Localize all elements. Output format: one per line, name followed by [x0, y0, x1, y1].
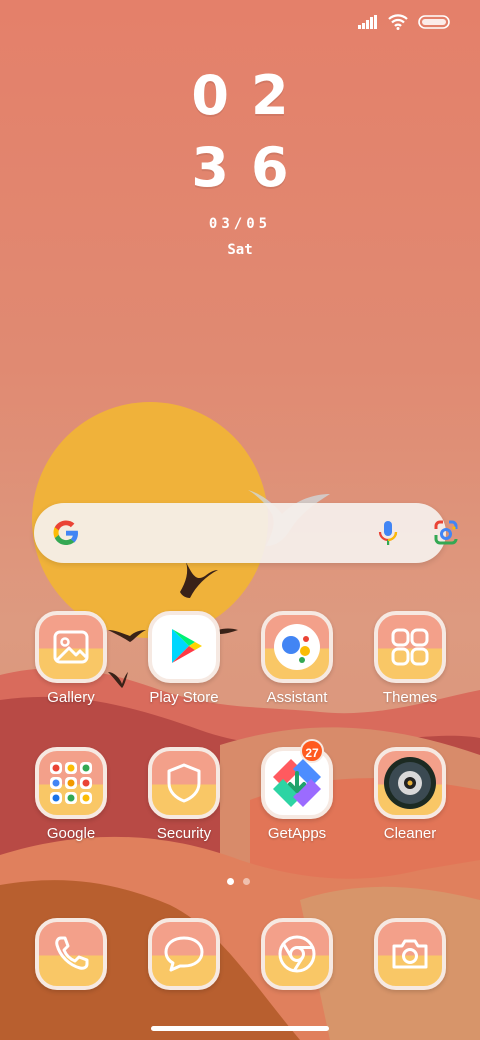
- app-label-gallery: Gallery: [47, 689, 95, 706]
- battery-icon: [418, 15, 450, 29]
- signal-icon: [358, 15, 377, 29]
- app-label-assistant: Assistant: [266, 689, 328, 706]
- wifi-icon: [388, 14, 408, 30]
- clock-hours: 02: [191, 64, 311, 127]
- clock-date: 03/05: [208, 216, 272, 232]
- play-store-icon: [148, 611, 220, 683]
- gesture-navigation-bar[interactable]: [151, 1026, 329, 1031]
- microphone-icon[interactable]: [372, 517, 404, 549]
- page-dot-1[interactable]: [227, 878, 234, 885]
- page-indicator: [227, 878, 250, 885]
- app-security[interactable]: Security: [134, 747, 234, 842]
- assistant-icon: [261, 611, 333, 683]
- app-label-cleaner: Cleaner: [383, 825, 437, 842]
- getapps-icon: [261, 747, 333, 819]
- dock-browser[interactable]: [247, 918, 347, 990]
- app-label-google: Google: [46, 825, 96, 842]
- google-g-icon: [53, 520, 78, 545]
- status-bar: [358, 14, 450, 30]
- clock-day: Sat: [227, 242, 253, 258]
- app-google-folder[interactable]: Google: [21, 747, 121, 842]
- app-play-store[interactable]: Play Store: [134, 611, 234, 706]
- app-themes[interactable]: Themes: [360, 611, 460, 706]
- camera-icon: [374, 918, 446, 990]
- dock-messages[interactable]: [134, 918, 234, 990]
- app-label-security: Security: [156, 825, 212, 842]
- phone-icon: [35, 918, 107, 990]
- google-search-bar[interactable]: [34, 503, 458, 563]
- cleaner-icon: [374, 747, 446, 819]
- messages-icon: [148, 918, 220, 990]
- dock-phone[interactable]: [21, 918, 121, 990]
- app-label-themes: Themes: [382, 689, 438, 706]
- app-label-play-store: Play Store: [149, 689, 219, 706]
- app-label-getapps: GetApps: [267, 825, 327, 842]
- app-assistant[interactable]: Assistant: [247, 611, 347, 706]
- clock-widget[interactable]: 02 36 03/05 Sat: [0, 60, 480, 258]
- shield-icon: [148, 747, 220, 819]
- app-gallery[interactable]: Gallery: [21, 611, 121, 706]
- clock-minutes: 36: [191, 136, 311, 199]
- page-dot-2[interactable]: [243, 878, 250, 885]
- google-lens-icon[interactable]: [430, 517, 462, 549]
- themes-icon: [374, 611, 446, 683]
- dock-camera[interactable]: [360, 918, 460, 990]
- browser-icon: [261, 918, 333, 990]
- home-screen: 02 36 03/05 Sat Gallery Play Store Assis…: [0, 0, 480, 1040]
- getapps-notification-badge: 27: [300, 739, 324, 763]
- google-folder-icon: [35, 747, 107, 819]
- app-cleaner[interactable]: Cleaner: [360, 747, 460, 842]
- gallery-icon: [35, 611, 107, 683]
- app-getapps[interactable]: 27 GetApps: [247, 739, 347, 842]
